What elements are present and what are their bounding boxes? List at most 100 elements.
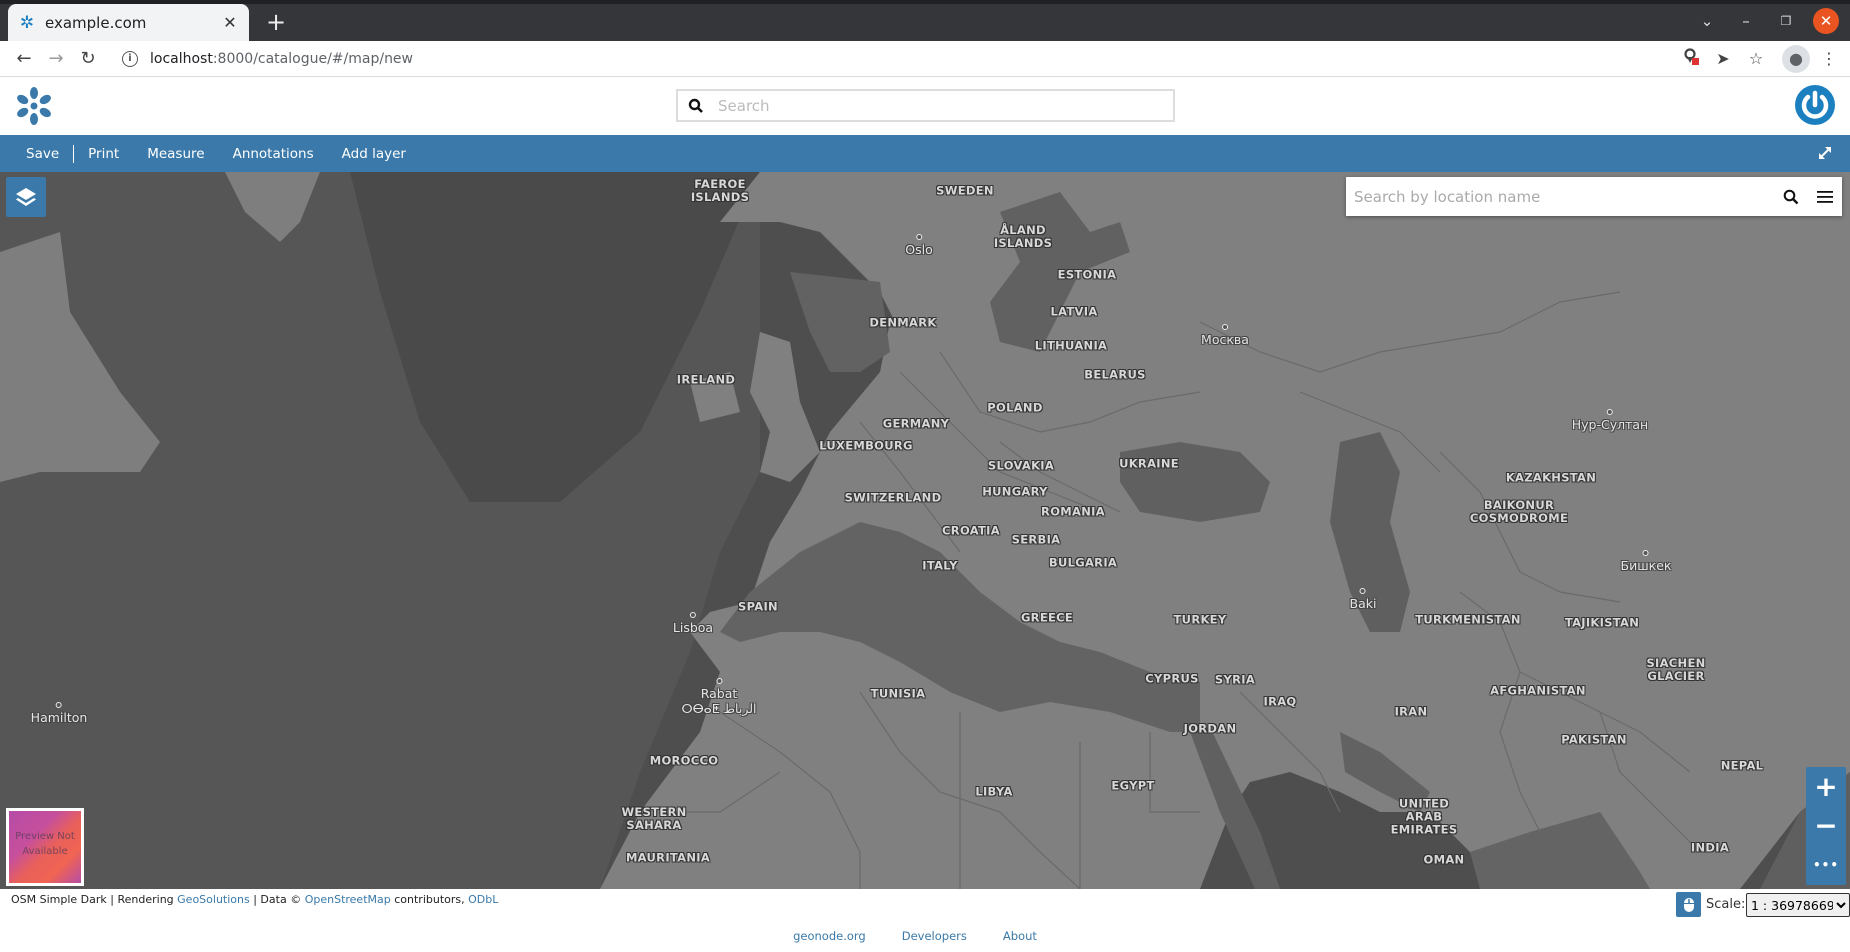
country-label: SPAIN: [738, 599, 778, 614]
location-search-input[interactable]: [1346, 187, 1774, 206]
measure-button[interactable]: Measure: [133, 146, 218, 162]
profile-icon[interactable]: ●: [1782, 45, 1810, 73]
footer-link-about[interactable]: About: [985, 929, 1055, 943]
country-label: KAZAKHSTAN: [1505, 470, 1597, 485]
more-options-button[interactable]: •••: [1806, 845, 1846, 884]
background-selector-thumbnail[interactable]: Preview Not Available: [6, 808, 84, 886]
city-name: Lisboa: [672, 620, 714, 635]
login-power-button[interactable]: [1795, 85, 1835, 125]
city-label: Lisboa: [673, 612, 713, 635]
print-button[interactable]: Print: [74, 146, 133, 162]
location-search[interactable]: [1346, 177, 1842, 216]
country-label: INDIA: [1690, 840, 1730, 855]
city-name: Бишкек: [1620, 558, 1672, 573]
geosolutions-link[interactable]: GeoSolutions: [177, 893, 250, 906]
odbl-link[interactable]: ODbL: [468, 893, 498, 906]
city-dot-icon: [716, 678, 722, 684]
country-label: UKRAINE: [1119, 456, 1179, 471]
global-search-input[interactable]: [718, 96, 1138, 115]
search-icon: [688, 98, 703, 113]
attribution-prefix: OSM Simple Dark | Rendering: [11, 893, 178, 906]
browser-tab[interactable]: ✲ example.com ✕: [8, 4, 249, 41]
restore-button[interactable]: ❐: [1773, 8, 1799, 34]
city-name: Нур-Султан: [1571, 417, 1649, 432]
city-name: Москва: [1201, 332, 1249, 347]
country-label: ESTONIA: [1057, 267, 1117, 282]
map-toolbar: Save Print Measure Annotations Add layer: [0, 135, 1850, 172]
country-label: NEPAL: [1720, 758, 1764, 773]
country-label: BAIKONUR COSMODROME: [1469, 498, 1569, 525]
location-search-button[interactable]: [1774, 177, 1808, 216]
openstreetmap-link[interactable]: OpenStreetMap: [305, 893, 391, 906]
country-label: LITHUANIA: [1034, 338, 1108, 353]
tab-close-icon[interactable]: ✕: [221, 13, 239, 32]
country-label: SWEDEN: [936, 183, 994, 198]
annotations-button[interactable]: Annotations: [219, 146, 328, 162]
tab-title: example.com: [45, 13, 147, 32]
new-tab-button[interactable]: +: [262, 8, 290, 36]
country-label: FAEROE ISLANDS: [690, 177, 750, 204]
country-label: ÅLAND ISLANDS: [993, 223, 1053, 250]
country-label: MAURITANIA: [625, 850, 711, 865]
city-label: Baki: [1349, 588, 1377, 611]
country-label: IRELAND: [676, 372, 736, 387]
mouse-position-toggle[interactable]: [1676, 892, 1701, 917]
country-label: TURKEY: [1173, 612, 1227, 627]
country-label: AFGHANISTAN: [1490, 683, 1586, 698]
city-dot-icon: [689, 612, 696, 618]
url-field[interactable]: i localhost:8000/catalogue/#/map/new: [112, 43, 1682, 75]
browser-menu-icon[interactable]: ⋮: [1818, 48, 1840, 70]
save-button[interactable]: Save: [14, 146, 73, 162]
fullscreen-expand-icon[interactable]: [1816, 144, 1834, 162]
attribution-mid: | Data ©: [249, 893, 305, 906]
country-label: SLOVAKIA: [987, 458, 1055, 473]
country-label: LIBYA: [975, 784, 1013, 799]
country-label: SERBIA: [1011, 532, 1061, 547]
window-close-button[interactable]: ✕: [1813, 8, 1839, 34]
country-label: ROMANIA: [1041, 504, 1105, 519]
city-dot-icon: [1643, 550, 1649, 556]
country-label: WESTERN SAHARA: [621, 805, 687, 832]
footer-link-geonode[interactable]: geonode.org: [775, 929, 884, 943]
search-options-button[interactable]: [1808, 177, 1842, 216]
global-search[interactable]: [676, 89, 1175, 122]
geonode-logo-icon[interactable]: [14, 86, 54, 126]
city-label: Rabat ⵔⴱⴰⵟ الرباط: [681, 678, 757, 716]
basemap: [0, 172, 1850, 889]
city-dot-icon: [1221, 324, 1228, 330]
star-icon[interactable]: ☆: [1745, 48, 1767, 70]
country-label: SYRIA: [1214, 672, 1256, 687]
city-name: Rabat ⵔⴱⴰⵟ الرباط: [681, 686, 757, 716]
search-icon: [1783, 189, 1799, 204]
location-blocked-icon[interactable]: [1680, 48, 1702, 70]
footer-link-developers[interactable]: Developers: [884, 929, 985, 943]
forward-icon[interactable]: →: [43, 46, 69, 72]
city-label: Бишкек: [1620, 550, 1672, 573]
tab-search-chevron-icon[interactable]: ⌄: [1694, 8, 1720, 34]
city-dot-icon: [1606, 409, 1613, 415]
map-viewport[interactable]: FAEROE ISLANDS SWEDEN ÅLAND ISLANDS ESTONIA…: [0, 172, 1850, 889]
country-label: ITALY: [922, 558, 958, 573]
back-icon[interactable]: ←: [11, 46, 37, 72]
add-layer-button[interactable]: Add layer: [328, 146, 420, 162]
zoom-out-button[interactable]: −: [1806, 806, 1846, 845]
city-label: Нур-Султан: [1572, 409, 1648, 432]
city-label: Hamilton: [31, 702, 87, 725]
mouse-icon: [1683, 897, 1694, 912]
layers-toggle-button[interactable]: [6, 177, 46, 217]
info-icon[interactable]: i: [122, 51, 138, 67]
scale-select[interactable]: 1 : 36978669: [1746, 893, 1850, 917]
minimize-button[interactable]: –: [1733, 8, 1759, 34]
preview-not-available-text: Preview Not Available: [15, 831, 75, 857]
send-icon[interactable]: ➤: [1712, 48, 1734, 70]
country-label: EGYPT: [1111, 778, 1155, 793]
url-host: localhost: [150, 51, 213, 67]
zoom-in-button[interactable]: +: [1806, 767, 1846, 806]
city-name: Baki: [1349, 596, 1377, 611]
country-label: GREECE: [1020, 610, 1074, 625]
reload-icon[interactable]: ↻: [75, 46, 101, 72]
hamburger-menu-icon: [1817, 190, 1833, 203]
country-label: HUNGARY: [982, 484, 1048, 499]
country-label: SWITZERLAND: [844, 490, 942, 505]
city-dot-icon: [56, 702, 62, 708]
